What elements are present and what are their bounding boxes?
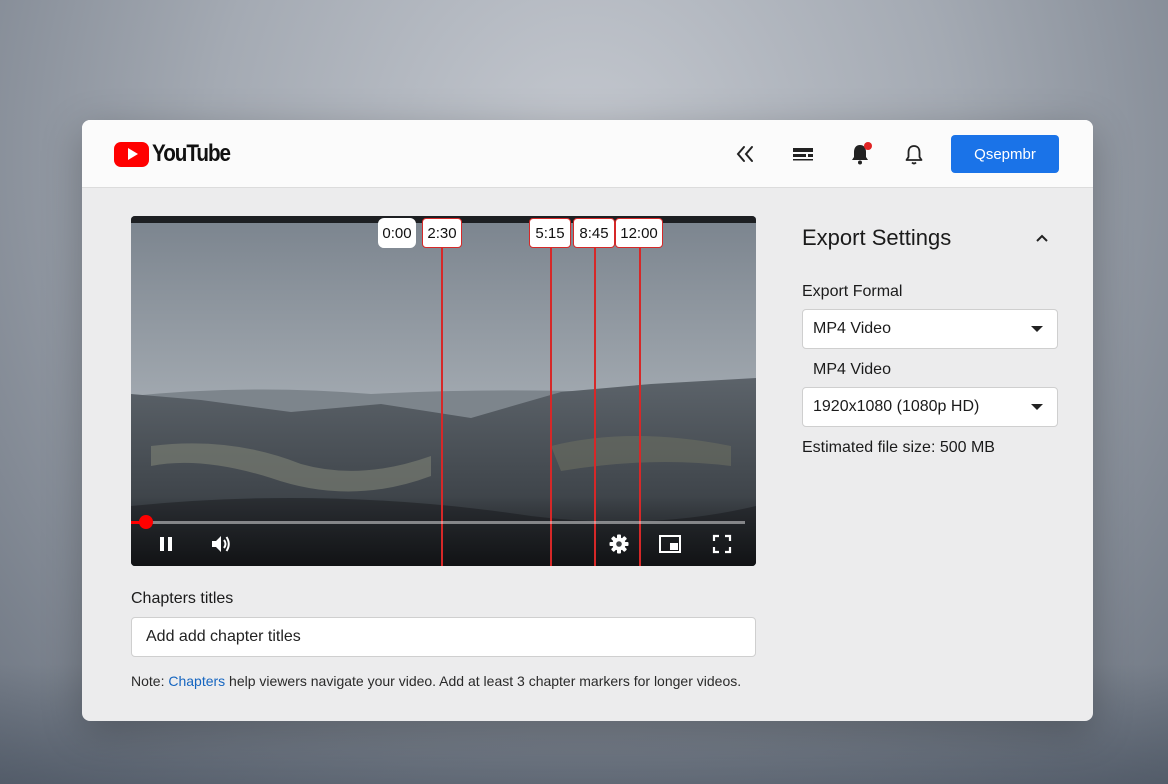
bell-icon[interactable] <box>902 142 926 166</box>
chapter-marker-label[interactable]: 12:00 <box>615 218 663 248</box>
resolution-select[interactable]: 1920x1080 (1080p HD) <box>802 387 1058 427</box>
miniplayer-icon[interactable] <box>658 532 682 556</box>
notification-filled-icon[interactable] <box>848 142 872 166</box>
chapter-marker-label[interactable]: 2:30 <box>422 218 462 248</box>
format-sublabel: MP4 Video <box>813 361 891 378</box>
export-settings-title: Export Settings <box>802 225 952 250</box>
estimated-file-size: Estimated file size: 500 MB <box>802 439 995 456</box>
chapters-help-link[interactable]: Chapters <box>168 673 225 689</box>
progress-bar[interactable] <box>131 521 745 524</box>
logo-text: YouTube <box>152 140 231 167</box>
dropdown-caret-icon <box>1031 326 1043 332</box>
chapter-marker-label[interactable]: 5:15 <box>529 218 571 248</box>
resolution-value: 1920x1080 (1080p HD) <box>813 398 980 415</box>
note-prefix: Note: <box>131 673 169 689</box>
chapters-label: Chapters titles <box>131 590 234 607</box>
volume-icon[interactable] <box>209 532 233 556</box>
captions-icon[interactable] <box>791 142 815 166</box>
pause-icon[interactable] <box>154 532 178 556</box>
chapters-note: Note: Chapters help viewers navigate you… <box>131 673 741 689</box>
youtube-logo[interactable]: YouTube <box>114 140 243 168</box>
export-format-label: Export Formal <box>802 283 903 300</box>
chapter-marker-line[interactable] <box>441 234 443 566</box>
video-player[interactable]: 0:00 2:30 5:15 8:45 12:00 <box>131 216 756 566</box>
note-text: help viewers navigate your video. Add at… <box>225 673 742 689</box>
youtube-chapters-window: YouTube Qsepmbr 0:00 2:30 5:15 8:45 12:0… <box>82 120 1093 721</box>
dropdown-caret-icon <box>1031 404 1043 410</box>
top-bar: YouTube Qsepmbr <box>82 120 1093 188</box>
youtube-play-icon <box>114 141 149 167</box>
chapter-marker-label[interactable]: 0:00 <box>378 218 416 248</box>
chapter-marker-label[interactable]: 8:45 <box>573 218 615 248</box>
export-format-select[interactable]: MP4 Video <box>802 309 1058 349</box>
chevron-up-icon[interactable] <box>1030 226 1054 250</box>
sparkle-icon[interactable] <box>733 142 757 166</box>
chapter-titles-input[interactable] <box>131 617 756 657</box>
settings-icon[interactable] <box>607 532 631 556</box>
header-action-button[interactable]: Qsepmbr <box>951 135 1059 173</box>
export-format-value: MP4 Video <box>813 320 891 337</box>
chapter-marker-line[interactable] <box>639 234 641 566</box>
fullscreen-icon[interactable] <box>710 532 734 556</box>
chapter-marker-line[interactable] <box>550 234 552 566</box>
chapter-marker-line[interactable] <box>594 234 596 566</box>
notification-dot <box>864 142 872 150</box>
